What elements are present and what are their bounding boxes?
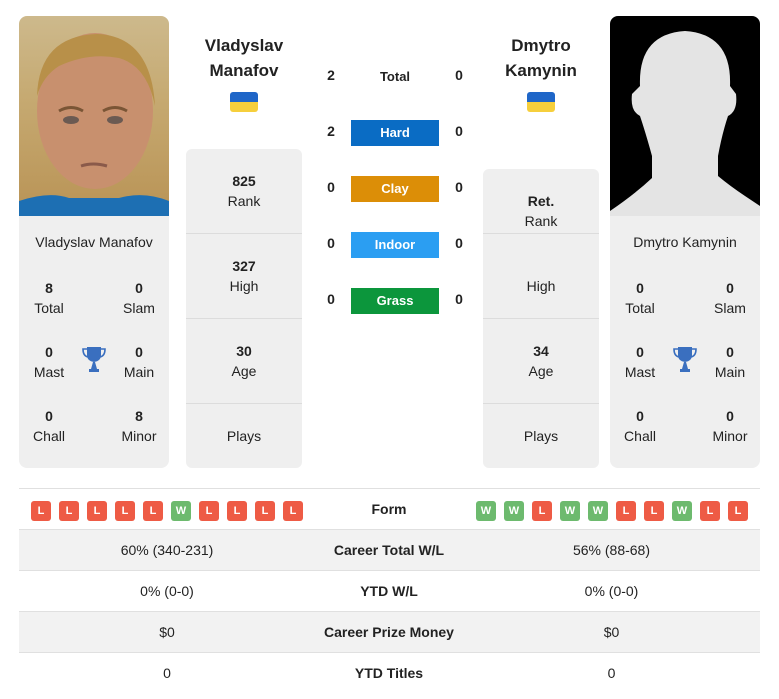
player-card-left: Vladyslav Manafov 8 Total 0 Slam 0 Mast …	[19, 216, 169, 468]
form-badge-loss[interactable]: L	[87, 501, 107, 521]
divider	[186, 318, 302, 319]
h2h-hard-left: 2	[327, 123, 335, 139]
divider	[186, 233, 302, 234]
info-age: 34 Age	[528, 343, 554, 379]
table-row: 60% (340-231) Career Total W/L 56% (88-6…	[19, 529, 760, 570]
divider	[483, 403, 599, 404]
form-badge-loss[interactable]: L	[616, 501, 636, 521]
h2h-total-label: Total	[379, 69, 411, 84]
info-rank: 825 Rank	[227, 173, 261, 209]
info-plays: Plays	[226, 428, 262, 444]
player-name: Dmytro Kamynin	[633, 234, 737, 250]
surface-indoor-button[interactable]: Indoor	[351, 232, 439, 258]
info-high: 327 High	[229, 258, 259, 294]
trophy-icon	[82, 347, 106, 372]
titles-chall: 0 Chall	[33, 408, 65, 444]
h2h-grass-right: 0	[455, 291, 463, 307]
titles-chall: 0 Chall	[624, 408, 656, 444]
player-face-image	[19, 33, 169, 216]
form-badge-loss[interactable]: L	[532, 501, 552, 521]
titles-slam: 0 Slam	[714, 280, 746, 316]
row-value-left: 0% (0-0)	[140, 583, 194, 599]
row-value-left: $0	[159, 624, 175, 640]
form-badge-win[interactable]: W	[672, 501, 692, 521]
info-plays: Plays	[523, 428, 559, 444]
divider	[483, 233, 599, 234]
h2h-clay-right: 0	[455, 179, 463, 195]
table-row: 0% (0-0) YTD W/L 0% (0-0)	[19, 570, 760, 611]
player-photo-left	[19, 16, 169, 216]
player-silhouette-image	[610, 31, 760, 216]
divider	[483, 318, 599, 319]
ukraine-flag-icon	[527, 92, 555, 112]
row-value-right: 56% (88-68)	[572, 542, 651, 558]
row-value-right: 0% (0-0)	[584, 583, 639, 599]
form-badge-loss[interactable]: L	[700, 501, 720, 521]
form-badge-loss[interactable]: L	[227, 501, 247, 521]
row-label: Career Prize Money	[324, 624, 454, 640]
titles-slam: 0 Slam	[123, 280, 155, 316]
form-badge-loss[interactable]: L	[199, 501, 219, 521]
form-badge-win[interactable]: W	[560, 501, 580, 521]
titles-main: 0 Main	[123, 344, 155, 380]
info-rank: Ret. Rank	[524, 193, 558, 229]
form-badge-loss[interactable]: L	[143, 501, 163, 521]
form-badge-loss[interactable]: L	[255, 501, 275, 521]
row-value-left: 60% (340-231)	[120, 542, 214, 558]
comparison-table: LLLLLWLLLL Form WWLWWLLWLL 60% (340-231)…	[19, 488, 760, 693]
h2h-clay-left: 0	[327, 179, 335, 195]
titles-minor: 0 Minor	[712, 408, 748, 444]
player-info-left: 825 Rank 327 High 30 Age Plays	[186, 149, 302, 468]
h2h-total-right: 0	[455, 67, 463, 83]
row-value-right: 0	[607, 665, 616, 681]
divider	[186, 403, 302, 404]
form-badge-win[interactable]: W	[171, 501, 191, 521]
player-name-heading-right[interactable]: Dmytro Kamynin	[471, 33, 611, 83]
row-label: YTD Titles	[354, 665, 424, 681]
surface-clay-button[interactable]: Clay	[351, 176, 439, 202]
row-value-right: $0	[603, 624, 620, 640]
surface-grass-button[interactable]: Grass	[351, 288, 439, 314]
form-badges-right: WWLWWLLWLL	[476, 501, 748, 521]
ukraine-flag-icon	[230, 92, 258, 112]
form-badge-loss[interactable]: L	[644, 501, 664, 521]
h2h-indoor-right: 0	[455, 235, 463, 251]
titles-minor: 8 Minor	[121, 408, 157, 444]
player-name-heading-left[interactable]: Vladyslav Manafov	[174, 33, 314, 83]
row-label: YTD W/L	[360, 583, 418, 599]
surface-hard-button[interactable]: Hard	[351, 120, 439, 146]
row-value-left: 0	[163, 665, 171, 681]
form-badge-loss[interactable]: L	[31, 501, 51, 521]
info-age: 30 Age	[231, 343, 257, 379]
form-badge-win[interactable]: W	[476, 501, 496, 521]
h2h-indoor-left: 0	[327, 235, 335, 251]
form-badges-left: LLLLLWLLLL	[31, 501, 303, 521]
form-badge-win[interactable]: W	[504, 501, 524, 521]
form-badge-loss[interactable]: L	[115, 501, 135, 521]
table-row: 0 YTD Titles 0	[19, 652, 760, 693]
player-card-right: Dmytro Kamynin 0 Total 0 Slam 0 Mast 0 M…	[610, 216, 760, 468]
h2h-hard-right: 0	[455, 123, 463, 139]
titles-mast: 0 Mast	[624, 344, 656, 380]
titles-total: 0 Total	[625, 280, 655, 316]
form-badge-loss[interactable]: L	[59, 501, 79, 521]
titles-main: 0 Main	[714, 344, 746, 380]
h2h-total-left: 2	[327, 67, 335, 83]
info-high: High	[526, 278, 556, 294]
player-name: Vladyslav Manafov	[35, 234, 153, 250]
row-label: Career Total W/L	[333, 542, 445, 558]
form-badge-win[interactable]: W	[588, 501, 608, 521]
form-badge-loss[interactable]: L	[283, 501, 303, 521]
player-photo-right	[610, 16, 760, 216]
titles-mast: 0 Mast	[33, 344, 65, 380]
h2h-grass-left: 0	[327, 291, 335, 307]
form-badge-loss[interactable]: L	[728, 501, 748, 521]
trophy-icon	[673, 347, 697, 372]
form-label: Form	[371, 501, 407, 517]
titles-total: 8 Total	[34, 280, 64, 316]
table-row: $0 Career Prize Money $0	[19, 611, 760, 652]
player-info-right: Ret. Rank High 34 Age Plays	[483, 169, 599, 468]
form-row: LLLLLWLLLL Form WWLWWLLWLL	[19, 488, 760, 529]
